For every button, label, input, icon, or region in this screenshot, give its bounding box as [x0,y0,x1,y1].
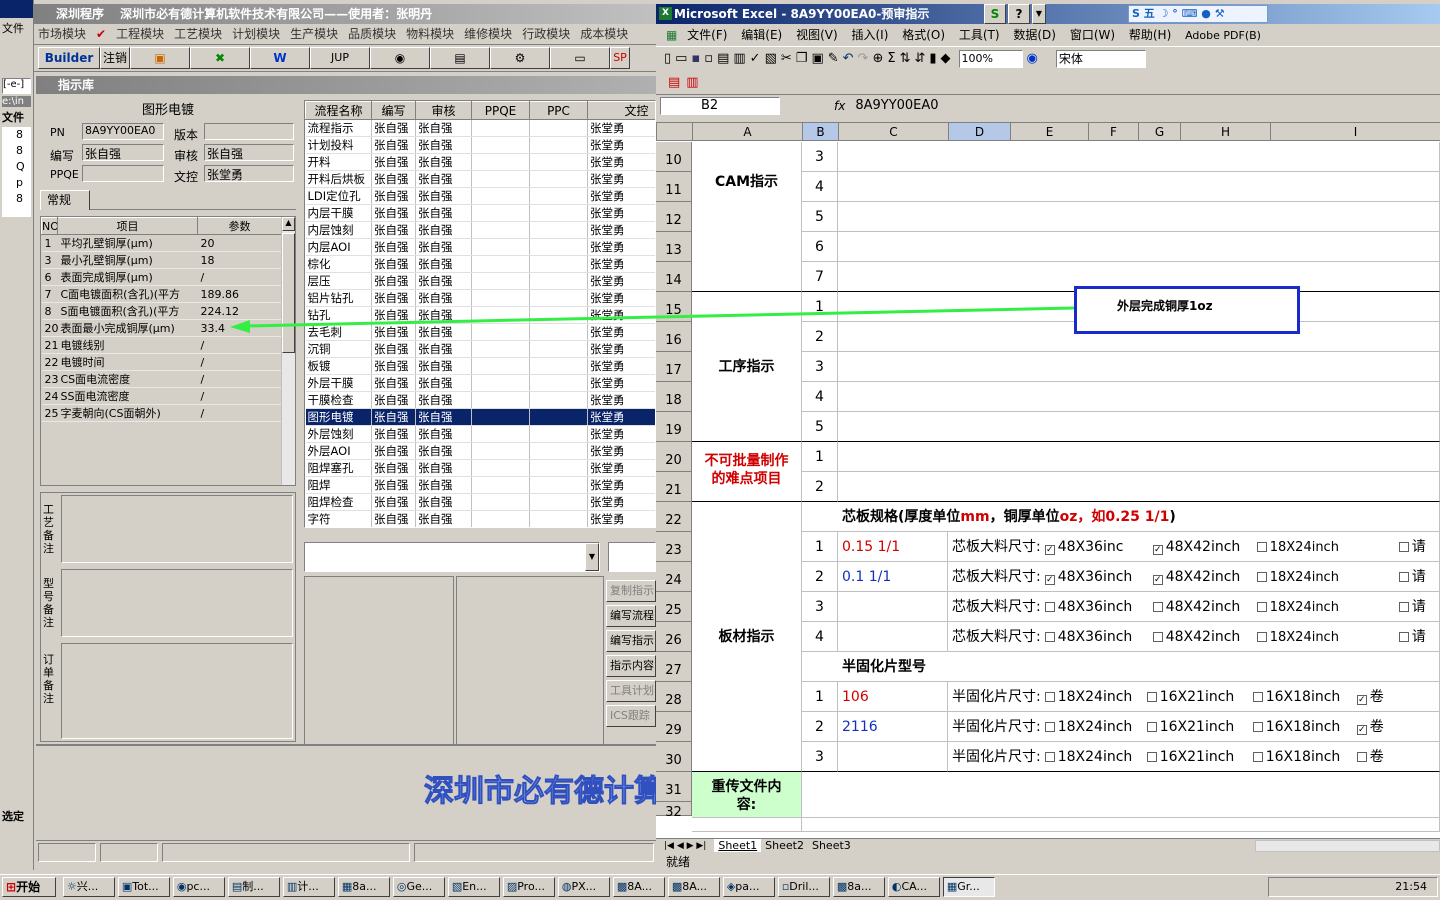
system-tray: 21:54 [1268,877,1438,897]
app-icon: ◍ [561,880,572,893]
app-icon: ▧ [451,880,463,893]
app-icon: ◐ [891,880,902,893]
arrow-head [230,320,250,333]
taskbar-item[interactable]: ◎Ge... [392,877,445,897]
app-icon: ◎ [396,880,407,893]
app-icon: ▤ [231,880,243,893]
app-icon: ▥ [286,880,298,893]
taskbar-item[interactable]: ▫Dril... [777,877,830,897]
app-icon: ▩ [836,880,848,893]
taskbar-item[interactable]: ◐CA... [887,877,940,897]
taskbar-item[interactable]: ◉pc... [172,877,225,897]
taskbar-item[interactable]: ☼兴... [62,877,115,897]
arrow-line [245,306,1075,328]
taskbar-item[interactable]: ▧En... [447,877,500,897]
app-icon: ▦ [341,880,353,893]
taskbar-item[interactable]: ▨Pro... [502,877,555,897]
app-icon: ▦ [946,880,958,893]
app-icon: ▩ [616,880,628,893]
taskbar-item[interactable]: ▩8A... [667,877,720,897]
taskbar-item[interactable]: ◈pa... [722,877,775,897]
taskbar-item[interactable]: ▣Tot... [117,877,170,897]
app-icon: ▣ [121,880,133,893]
taskbar-item[interactable]: ▦Gr... [942,877,995,897]
taskbar-item[interactable]: ▥计... [282,877,335,897]
taskbar-item[interactable]: ◍PX... [557,877,610,897]
taskbar-item[interactable]: ▩8A... [612,877,665,897]
app-icon: ▨ [506,880,518,893]
app-icon: ◉ [176,880,187,893]
taskbar-item[interactable]: ▦8a... [337,877,390,897]
app-icon: ☼ [66,880,77,893]
start-button[interactable]: ⊞开始 [2,877,56,897]
app-icon: ▩ [671,880,683,893]
taskbar-item[interactable]: ▩8a... [832,877,885,897]
annotation-arrow [230,306,1075,333]
taskbar-item[interactable]: ▤制... [227,877,280,897]
clock: 21:54 [1395,880,1427,893]
taskbar: ⊞开始 ☼兴... ▣Tot... ◉pc... ▤制... ▥计... ▦8a... ◎G… [0,874,1440,900]
